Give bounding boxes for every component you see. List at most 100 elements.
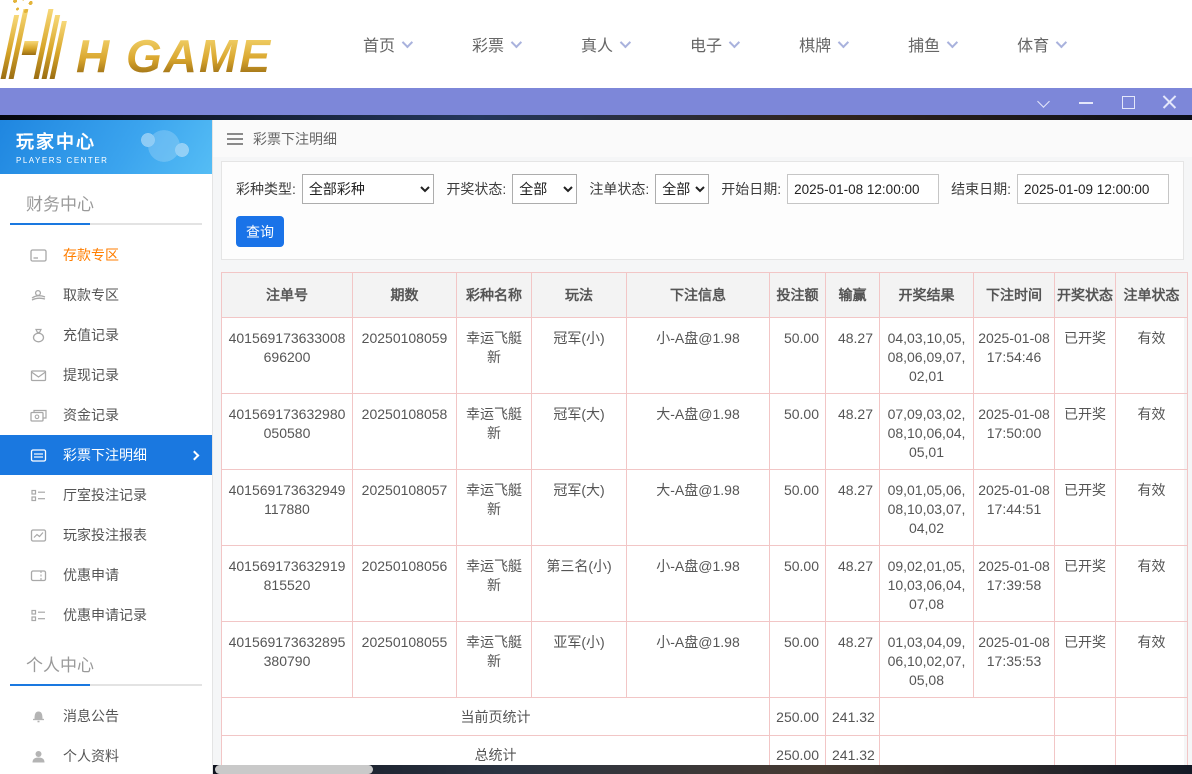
sidebar-item-recharge-record[interactable]: 充值记录 [0, 315, 212, 355]
draw-status-label: 开奖状态: [446, 179, 506, 199]
funds-cards-icon [30, 408, 47, 423]
withdraw-hand-icon [30, 288, 47, 303]
sidebar-item-profile[interactable]: 个人资料 [0, 736, 212, 774]
cell-period: 20250108059 [353, 318, 457, 394]
search-button[interactable]: 查询 [236, 216, 284, 247]
draw-status-select[interactable]: 全部 [512, 174, 577, 204]
players-center-banner: 玩家中心 PLAYERS CENTER [0, 120, 212, 174]
cell-draw-result: 07,09,03,02,08,10,06,04,05,01 [880, 394, 974, 470]
page-bottom-band [213, 765, 1192, 774]
cell-bet-info: 大-A盘@1.98 [627, 470, 770, 546]
bet-detail-table: 注单号 期数 彩种名称 玩法 下注信息 投注额 输赢 开奖结果 下注时间 开奖状… [221, 272, 1188, 774]
cell-bet-time: 2025-01-08 17:54:46 [974, 318, 1055, 394]
cell-bet-info: 大-A盘@1.98 [627, 394, 770, 470]
start-date-input[interactable] [787, 174, 939, 204]
cell-bet-time: 2025-01-08 17:39:58 [974, 546, 1055, 622]
sidebar-item-label: 充值记录 [63, 325, 119, 345]
cell-draw-status: 已开奖 [1055, 622, 1116, 698]
nav-label: 真人 [581, 32, 613, 56]
person-icon [30, 749, 47, 764]
sidebar-item-funds-record[interactable]: 资金记录 [0, 395, 212, 435]
col-header-win-loss: 输赢 [826, 273, 880, 318]
logo[interactable]: H GAME [8, 9, 308, 79]
sidebar-item-player-bet-report[interactable]: 玩家投注报表 [0, 515, 212, 555]
sidebar-item-withdrawal-record[interactable]: 提现记录 [0, 355, 212, 395]
page-title: 彩票下注明细 [253, 129, 337, 149]
main-layout: 玩家中心 PLAYERS CENTER 财务中心 存款专区 取款专区 充值记录 … [0, 120, 1192, 774]
sidebar-item-label: 资金记录 [63, 405, 119, 425]
sidebar-item-label: 个人资料 [63, 746, 119, 766]
sidebar-item-deposit-zone[interactable]: 存款专区 [0, 235, 212, 275]
sidebar-item-promo-apply[interactable]: 优惠申请 [0, 555, 212, 595]
cell-order-status: 有效 [1116, 394, 1188, 470]
section-title-finance: 财务中心 [0, 174, 212, 223]
chevron-down-icon [1056, 37, 1067, 48]
sidebar-item-label: 提现记录 [63, 365, 119, 385]
sidebar-item-label: 彩票下注明细 [63, 445, 147, 465]
cell-period: 20250108056 [353, 546, 457, 622]
cell-period: 20250108058 [353, 394, 457, 470]
page-summary-bet-total: 250.00 [770, 698, 826, 736]
site-header: H GAME 首页 彩票 真人 电子 棋牌 捕鱼 体育 [0, 0, 1192, 88]
cell-draw-status: 已开奖 [1055, 470, 1116, 546]
table-row: 40156917363300869620020250108059幸运飞艇新冠军(… [222, 318, 1188, 394]
nav-item-slots[interactable]: 电子 [690, 32, 737, 56]
envelope-money-icon [30, 368, 47, 383]
col-header-lottery-name: 彩种名称 [457, 273, 532, 318]
window-dropdown-icon[interactable] [1036, 94, 1052, 110]
cell-draw-result: 09,02,01,05,10,03,06,04,07,08 [880, 546, 974, 622]
sidebar-item-lottery-bet-detail[interactable]: 彩票下注明细 [0, 435, 212, 475]
sidebar-item-label: 优惠申请记录 [63, 605, 147, 625]
nav-item-fishing[interactable]: 捕鱼 [908, 32, 955, 56]
cell-period: 20250108057 [353, 470, 457, 546]
order-status-select[interactable]: 全部 [655, 174, 709, 204]
nav-item-sports[interactable]: 体育 [1017, 32, 1064, 56]
cell-lottery-name: 幸运飞艇新 [457, 394, 532, 470]
sidebar: 玩家中心 PLAYERS CENTER 财务中心 存款专区 取款专区 充值记录 … [0, 120, 213, 774]
chevron-right-icon [190, 450, 200, 460]
nav-label: 捕鱼 [908, 32, 940, 56]
window-maximize-icon[interactable] [1120, 94, 1136, 110]
nav-label: 棋牌 [799, 32, 831, 56]
start-date-label: 开始日期: [721, 179, 781, 199]
end-date-input[interactable] [1017, 174, 1169, 204]
cell-bet-time: 2025-01-08 17:35:53 [974, 622, 1055, 698]
sidebar-item-withdraw-zone[interactable]: 取款专区 [0, 275, 212, 315]
cell-bet-amount: 50.00 [770, 394, 826, 470]
lottery-type-select[interactable]: 全部彩种 [302, 174, 434, 204]
cell-bet-time: 2025-01-08 17:50:00 [974, 394, 1055, 470]
nav-item-live[interactable]: 真人 [581, 32, 628, 56]
sidebar-item-label: 厅室投注记录 [63, 485, 147, 505]
section-divider [10, 684, 202, 686]
page-summary-winloss-total: 241.32 [826, 698, 880, 736]
main-content: 彩票下注明细 彩种类型: 全部彩种 开奖状态: 全部 注单状态: 全部 开始日期… [213, 120, 1192, 774]
cell-draw-status: 已开奖 [1055, 394, 1116, 470]
cell-bet-amount: 50.00 [770, 318, 826, 394]
breadcrumb: 彩票下注明细 [213, 120, 1192, 157]
sidebar-item-messages[interactable]: 消息公告 [0, 696, 212, 736]
menu-icon[interactable] [227, 133, 243, 145]
horizontal-scrollbar-thumb[interactable] [215, 765, 373, 774]
nav-item-home[interactable]: 首页 [363, 32, 410, 56]
cell-play-type: 冠军(大) [532, 470, 627, 546]
order-status-label: 注单状态: [589, 179, 649, 199]
chevron-down-icon [729, 37, 740, 48]
window-close-icon[interactable] [1162, 94, 1178, 110]
cell-order-no: 401569173632949117880 [222, 470, 353, 546]
col-header-bet-time: 下注时间 [974, 273, 1055, 318]
cell-bet-amount: 50.00 [770, 546, 826, 622]
page-summary-row: 当前页统计 250.00 241.32 [222, 698, 1188, 736]
cell-lottery-name: 幸运飞艇新 [457, 622, 532, 698]
col-header-order-status: 注单状态 [1116, 273, 1188, 318]
logo-h-bars-graphic [1, 9, 78, 79]
nav-item-cards[interactable]: 棋牌 [799, 32, 846, 56]
sidebar-item-hall-bet-record[interactable]: 厅室投注记录 [0, 475, 212, 515]
promo-record-list-icon [30, 608, 47, 623]
cell-order-no: 401569173633008696200 [222, 318, 353, 394]
window-minimize-icon[interactable] [1078, 94, 1094, 110]
nav-item-lottery[interactable]: 彩票 [472, 32, 519, 56]
chevron-down-icon [402, 37, 413, 48]
cell-draw-status: 已开奖 [1055, 318, 1116, 394]
cell-win-loss: 48.27 [826, 546, 880, 622]
sidebar-item-promo-apply-record[interactable]: 优惠申请记录 [0, 595, 212, 635]
